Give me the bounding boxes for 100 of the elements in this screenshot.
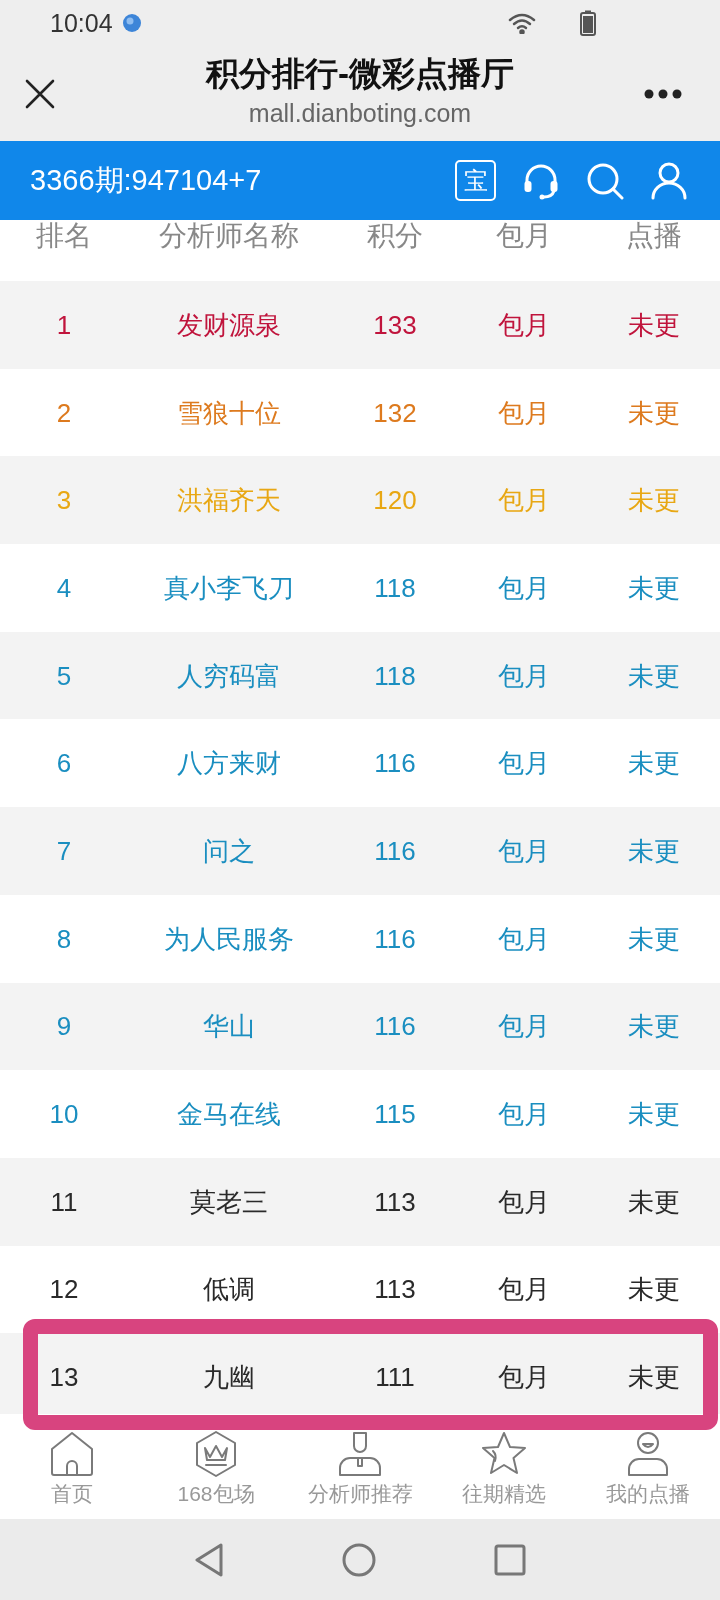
table-cell: 9 [56,1011,72,1042]
back-icon[interactable] [194,1542,224,1577]
period-result: 3366期:947104+7 [30,164,262,197]
table-cell: 6 [56,748,72,779]
status-time: 10:04 [50,9,113,37]
crown-icon [193,1431,239,1477]
table-row[interactable]: 5 人穷码富 118 包月 未更 [0,631,720,720]
table-cell: 人穷码富 [177,660,281,691]
table-cell: 未更 [628,1362,680,1393]
table-cell: 包月 [498,572,550,603]
column-header: 积分 [367,220,423,252]
table-cell: 1 [56,309,72,340]
table-row[interactable]: 3 洪福齐天 120 包月 未更 [0,456,720,545]
table-cell: 未更 [628,485,680,516]
table-cell: 未更 [628,1186,680,1217]
column-header: 排名 [36,220,92,252]
column-header: 包月 [496,220,552,252]
globe-icon [122,14,141,32]
table-cell: 未更 [628,1274,680,1305]
table-cell: 2 [56,397,72,428]
recent-apps-icon[interactable] [494,1543,526,1576]
table-cell: 116 [374,923,416,954]
table-cell: 包月 [498,397,550,428]
table-cell: 低调 [203,1274,255,1305]
table-cell: 132 [373,397,417,428]
table-row[interactable]: 1 发财源泉 133 包月 未更 [0,281,720,369]
table-cell: 包月 [498,923,550,954]
table-cell: 13 [49,1362,79,1393]
table-cell: 133 [373,309,417,340]
table-cell: 包月 [498,485,550,516]
search-button[interactable] [586,161,624,200]
table-cell: 包月 [498,748,550,779]
table-cell: 包月 [498,309,550,340]
table-cell: 未更 [628,660,680,691]
table-cell: 包月 [498,1362,550,1393]
table-cell: 未更 [628,397,680,428]
table-cell: 115 [374,1099,416,1130]
wifi-icon [508,12,536,34]
house-icon [49,1431,95,1477]
table-cell: 118 [374,572,416,603]
table-row[interactable]: 9 华山 116 包月 未更 [0,982,720,1071]
table-cell: 111 [375,1362,415,1393]
more-icon [644,88,682,99]
search-icon [586,161,624,200]
table-cell: 116 [374,835,416,866]
home-icon[interactable] [342,1542,376,1577]
account-button[interactable] [650,161,688,200]
table-cell: 4 [56,572,72,603]
table-cell: 包月 [498,1011,550,1042]
table-cell: 未更 [628,923,680,954]
table-cell: 莫老三 [190,1186,268,1217]
table-cell: 九幽 [203,1362,255,1393]
table-cell: 3 [56,485,72,516]
table-cell: 120 [373,485,417,516]
column-header: 点播 [626,220,682,252]
table-cell: 华山 [203,1011,255,1042]
table-cell: 未更 [628,835,680,866]
table-cell: 未更 [628,1011,680,1042]
table-cell: 包月 [498,1099,550,1130]
table-cell: 118 [374,660,416,691]
battery-icon [580,10,596,36]
table-cell: 12 [49,1274,79,1305]
table-cell: 八方来财 [177,748,281,779]
table-cell: 包月 [498,1186,550,1217]
table-cell: 113 [374,1186,416,1217]
table-cell: 雪狼十位 [177,397,281,428]
page-url: mall.dianboting.com [248,98,472,127]
table-cell: 包月 [498,835,550,866]
table-cell: 发财源泉 [177,309,281,340]
smiling-person-icon [625,1431,671,1477]
table-cell: 包月 [498,1274,550,1305]
table-cell: 金马在线 [177,1099,281,1130]
table-cell: 问之 [203,835,255,866]
table-cell: 真小李飞刀 [164,572,294,603]
table-cell: 11 [50,1186,78,1217]
table-row[interactable]: 7 问之 116 包月 未更 [0,807,720,895]
person-icon [337,1431,383,1477]
close-button[interactable] [25,78,55,109]
close-icon [25,78,55,109]
tab-item[interactable]: 首页 [0,1414,144,1519]
tab-item[interactable]: 往期精选 [432,1414,576,1519]
treasure-button[interactable]: 宝 [455,160,496,201]
table-cell: 未更 [628,572,680,603]
user-icon [650,161,688,200]
table-cell: 洪福齐天 [177,485,281,516]
table-row[interactable]: 11 莫老三 113 包月 未更 [0,1157,720,1246]
page-title: 积分排行-微彩点播厅 [206,54,514,92]
table-cell: 113 [374,1274,416,1305]
table-cell: 7 [56,835,72,866]
table-cell: 未更 [628,1099,680,1130]
table-cell: 包月 [498,660,550,691]
more-button[interactable] [644,88,682,99]
table-cell: 为人民服务 [164,923,294,954]
table-cell: 5 [56,660,72,691]
table-cell: 未更 [628,309,680,340]
tab-item[interactable]: 168包场 [144,1414,288,1519]
table-cell: 未更 [628,748,680,779]
tab-item[interactable]: 我的点播 [576,1414,720,1519]
table-cell: 10 [49,1099,79,1130]
tab-item[interactable]: 分析师推荐 [288,1414,432,1519]
